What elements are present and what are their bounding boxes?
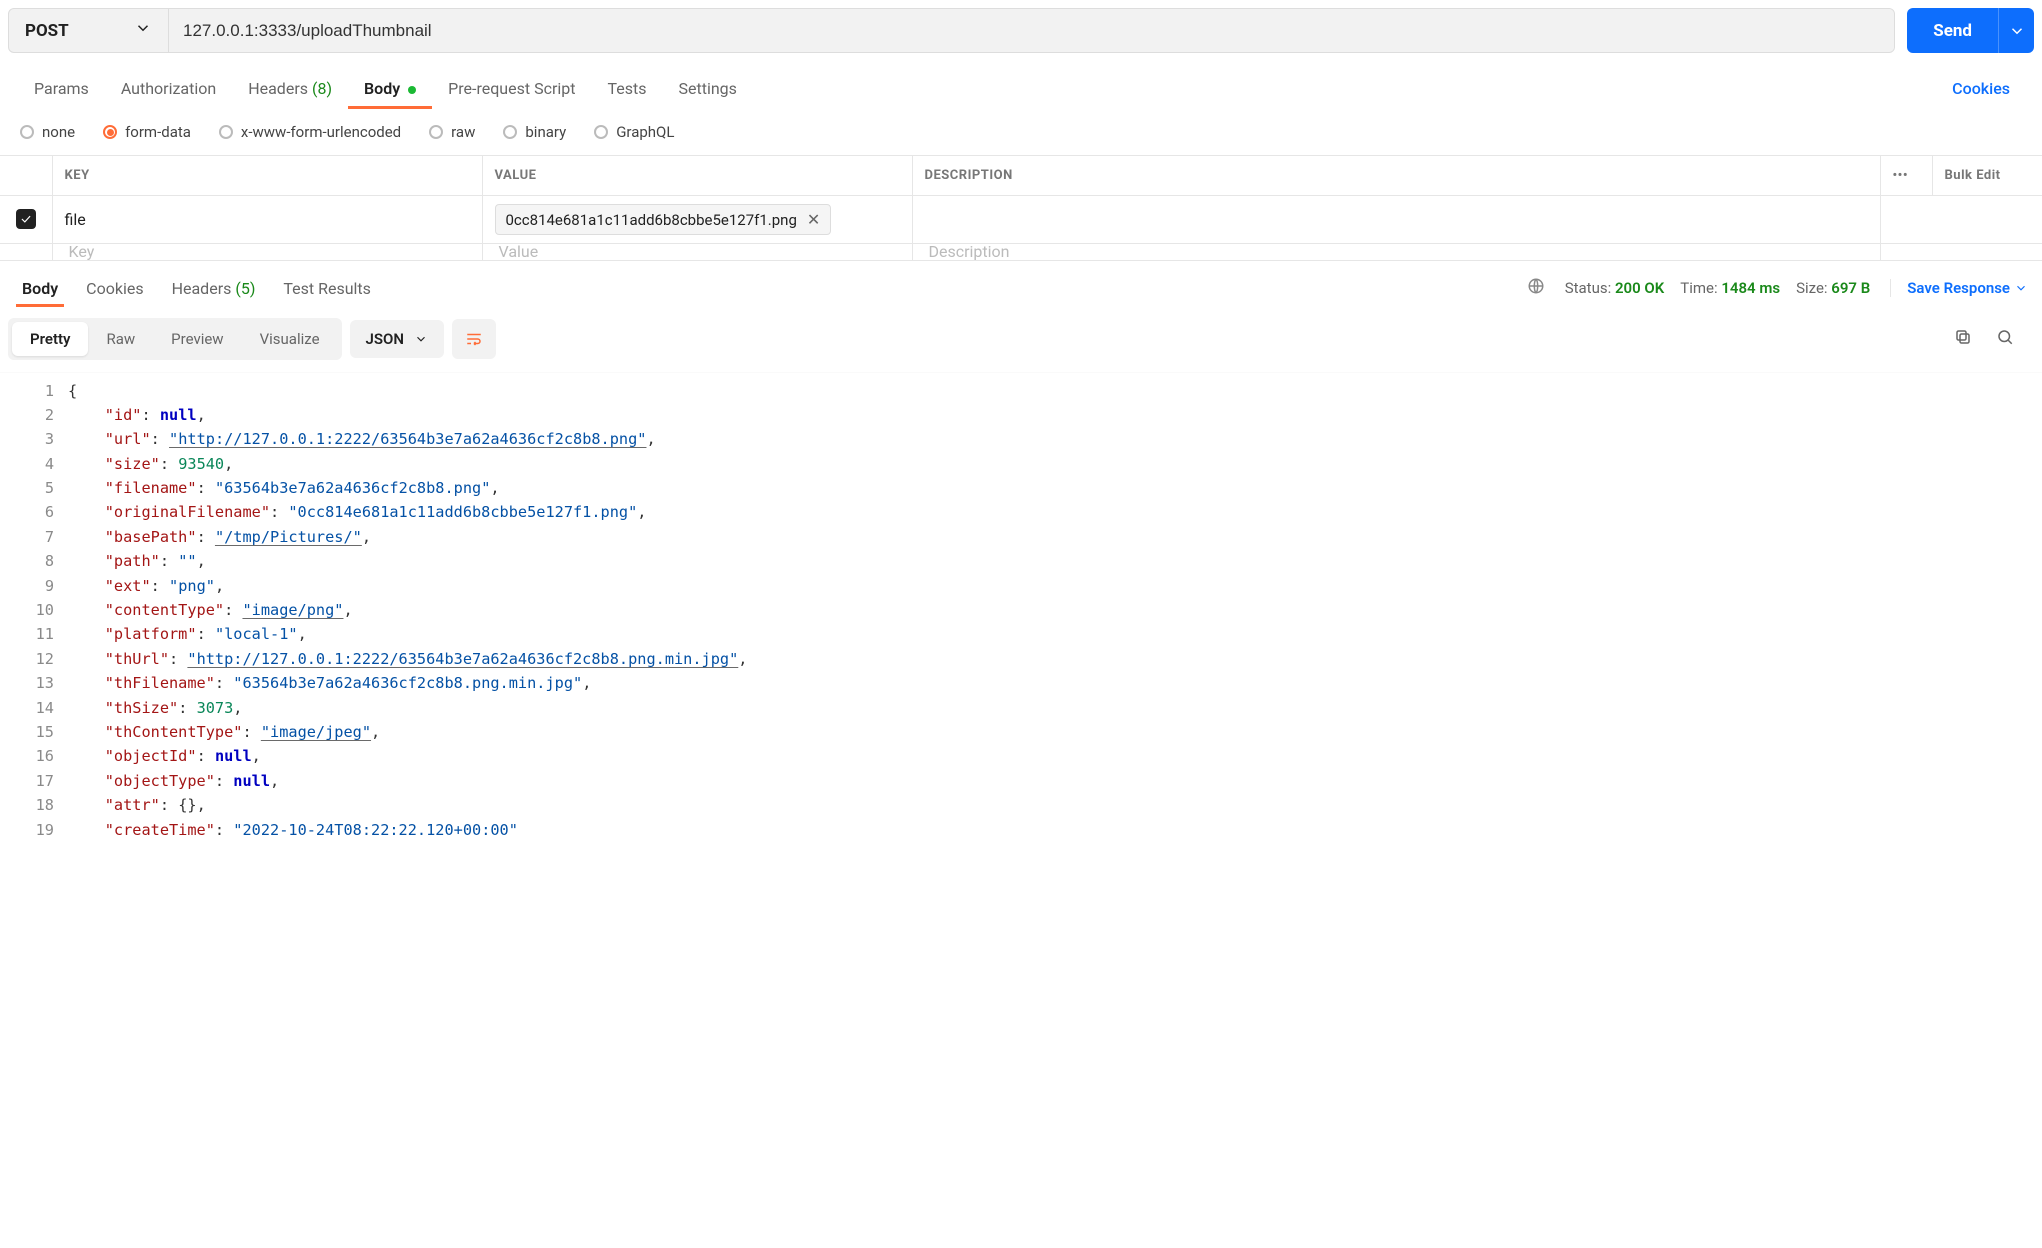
view-raw[interactable]: Raw [88, 322, 153, 356]
body-modified-dot-icon [408, 86, 416, 94]
col-value: VALUE [482, 156, 912, 196]
tab-prerequest[interactable]: Pre-request Script [432, 69, 591, 108]
url-input[interactable] [169, 9, 1894, 52]
radio-icon [219, 125, 233, 139]
col-key: KEY [52, 156, 482, 196]
cookies-link[interactable]: Cookies [1946, 69, 2016, 108]
method-select[interactable]: POST [9, 9, 169, 52]
resp-tab-cookies[interactable]: Cookies [72, 271, 157, 306]
row-description-input[interactable] [912, 196, 1880, 244]
status: Status: 200 OK [1565, 279, 1665, 297]
tab-params[interactable]: Params [18, 69, 105, 108]
bulk-edit-button[interactable]: Bulk Edit [1932, 156, 2042, 196]
row-key-input[interactable]: file [52, 196, 482, 244]
resp-tab-test-results[interactable]: Test Results [269, 271, 385, 306]
request-tabs: Params Authorization Headers (8) Body Pr… [0, 61, 2042, 109]
view-visualize[interactable]: Visualize [242, 322, 338, 356]
copy-icon[interactable] [1954, 328, 1972, 350]
file-chip: 0cc814e681a1c11add6b8cbbe5e127f1.png ✕ [495, 204, 832, 235]
table-row-placeholder[interactable]: Key Value Description [0, 244, 2042, 260]
row-value-input[interactable]: 0cc814e681a1c11add6b8cbbe5e127f1.png ✕ [482, 196, 912, 244]
radio-urlencoded[interactable]: x-www-form-urlencoded [219, 123, 401, 141]
response-meta: Status: 200 OK Time: 1484 ms Size: 697 B… [1527, 277, 2034, 299]
code-body: { "id": null, "url": "http://127.0.0.1:2… [68, 373, 2042, 848]
resp-tab-body[interactable]: Body [8, 271, 72, 306]
resp-tab-headers[interactable]: Headers (5) [158, 271, 270, 306]
tab-tests[interactable]: Tests [591, 69, 662, 108]
body-type-selector: none form-data x-www-form-urlencoded raw… [0, 109, 2042, 155]
radio-icon [103, 125, 117, 139]
radio-icon [594, 125, 608, 139]
radio-icon [429, 125, 443, 139]
response-toolbar: Pretty Raw Preview Visualize JSON [0, 306, 2042, 372]
tab-authorization[interactable]: Authorization [105, 69, 232, 108]
wrap-lines-button[interactable] [452, 319, 496, 359]
send-button[interactable]: Send [1907, 8, 1998, 53]
col-description: DESCRIPTION [912, 156, 1880, 196]
resp-headers-count: (5) [235, 279, 255, 298]
method-url-wrap: POST [8, 8, 1895, 53]
headers-count: (8) [312, 79, 332, 98]
more-icon: ••• [1893, 168, 1909, 183]
send-label: Send [1933, 21, 1972, 41]
format-select[interactable]: JSON [350, 320, 444, 358]
response-tabs: Body Cookies Headers (5) Test Results St… [0, 260, 2042, 306]
method-label: POST [25, 21, 69, 41]
tab-headers[interactable]: Headers (8) [232, 69, 348, 108]
form-data-table: KEY VALUE DESCRIPTION ••• Bulk Edit file… [0, 155, 2042, 260]
tab-settings[interactable]: Settings [662, 69, 752, 108]
remove-file-icon[interactable]: ✕ [807, 210, 820, 229]
view-pretty[interactable]: Pretty [12, 322, 88, 356]
save-response-button[interactable]: Save Response [1890, 279, 2028, 297]
response-body[interactable]: 12345678910111213141516171819 { "id": nu… [0, 372, 2042, 848]
view-preview[interactable]: Preview [153, 322, 241, 356]
radio-icon [503, 125, 517, 139]
radio-raw[interactable]: raw [429, 123, 475, 141]
request-bar: POST Send [0, 0, 2042, 61]
col-options[interactable]: ••• [1880, 156, 1932, 196]
size: Size: 697 B [1796, 279, 1870, 297]
view-segmented: Pretty Raw Preview Visualize [8, 318, 342, 360]
radio-none[interactable]: none [20, 123, 75, 141]
time: Time: 1484 ms [1680, 279, 1780, 297]
file-chip-name: 0cc814e681a1c11add6b8cbbe5e127f1.png [506, 211, 797, 229]
row-checkbox[interactable] [16, 209, 36, 229]
radio-form-data[interactable]: form-data [103, 123, 191, 141]
radio-binary[interactable]: binary [503, 123, 566, 141]
send-dropdown[interactable] [1998, 8, 2034, 53]
globe-icon[interactable] [1527, 277, 1545, 299]
chevron-down-icon [134, 19, 152, 42]
tab-body[interactable]: Body [348, 69, 432, 108]
toolbar-right [1954, 328, 2034, 350]
search-icon[interactable] [1996, 328, 2014, 350]
table-header: KEY VALUE DESCRIPTION ••• Bulk Edit [0, 156, 2042, 196]
table-row: file 0cc814e681a1c11add6b8cbbe5e127f1.pn… [0, 196, 2042, 244]
send-button-group: Send [1907, 8, 2034, 53]
radio-graphql[interactable]: GraphQL [594, 123, 674, 141]
radio-icon [20, 125, 34, 139]
gutter: 12345678910111213141516171819 [0, 373, 68, 848]
